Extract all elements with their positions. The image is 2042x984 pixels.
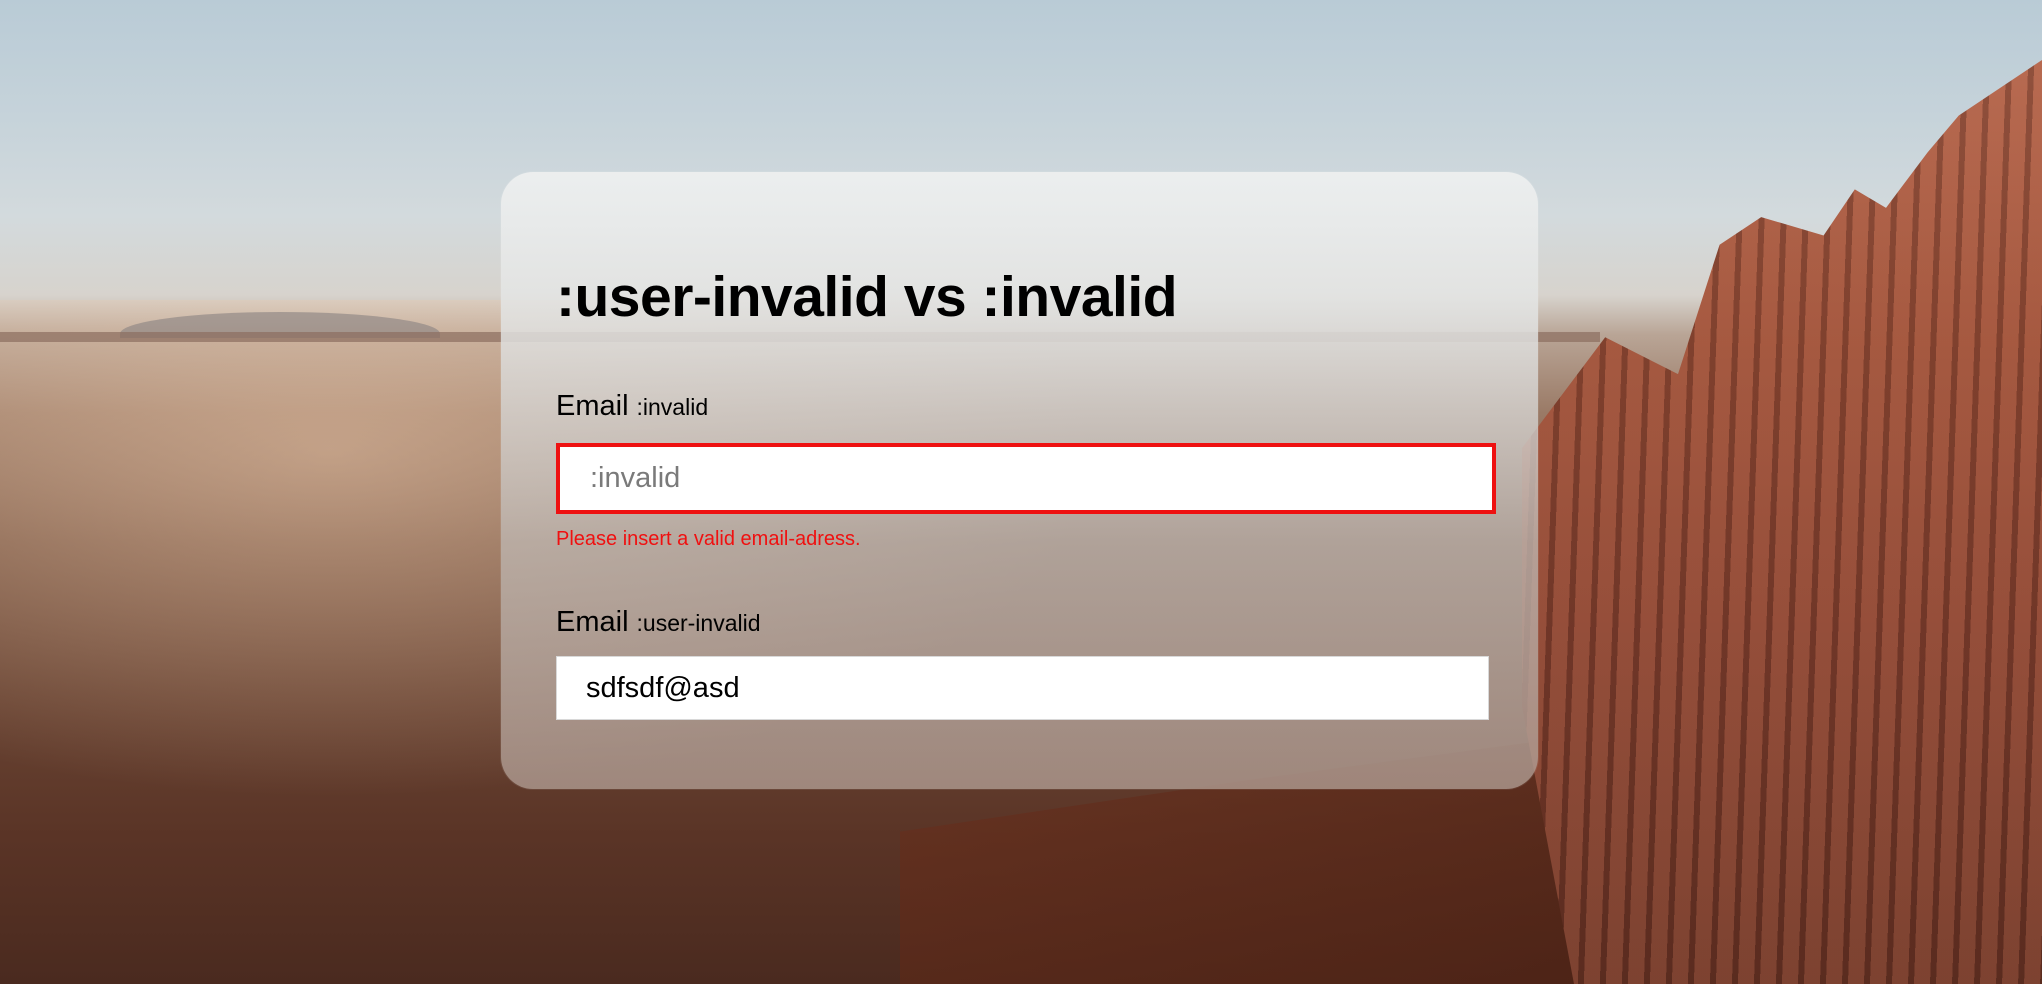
field-label: Email xyxy=(556,606,629,638)
email-input-invalid[interactable] xyxy=(556,443,1496,514)
pseudo-class-label: :user-invalid xyxy=(636,610,761,636)
email-field-user-invalid-group: Email :user-invalid xyxy=(556,606,1500,720)
email-field-invalid-group: Email :invalid Please insert a valid ema… xyxy=(556,390,1500,551)
email-label-user-invalid: Email :user-invalid xyxy=(556,606,1500,639)
email-label-invalid: Email :invalid xyxy=(556,390,1500,423)
error-message: Please insert a valid email-adress. xyxy=(556,528,861,550)
canyon-cliff xyxy=(1522,60,2042,984)
page-title: :user-invalid vs :invalid xyxy=(556,265,1178,329)
email-input-user-invalid[interactable] xyxy=(556,656,1489,720)
field-label: Email xyxy=(556,390,629,422)
pseudo-class-label: :invalid xyxy=(636,394,709,420)
form-card: :user-invalid vs :invalid Email :invalid… xyxy=(501,172,1538,789)
